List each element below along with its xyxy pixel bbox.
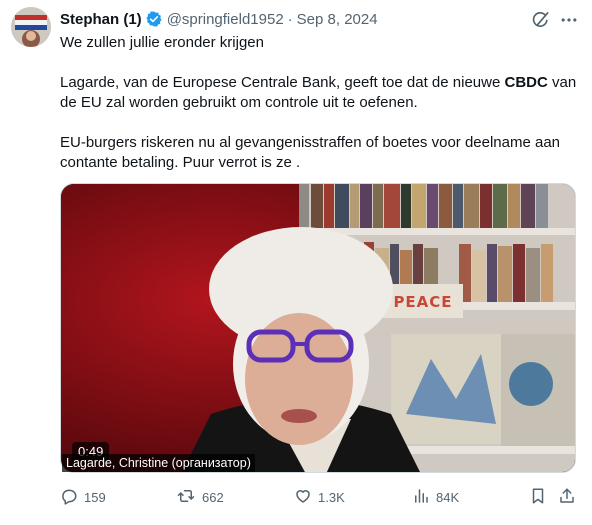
reply-icon [60, 487, 84, 508]
tweet-header: Stephan (1) @springfield1952 · Sep 8, 20… [60, 9, 378, 29]
user-handle[interactable]: @springfield1952 [167, 11, 284, 28]
avatar[interactable] [11, 7, 51, 47]
tweet-paragraph-2-start: Lagarde, van de Europese Centrale Bank, … [60, 74, 505, 91]
tweet-paragraph-2: Lagarde, van de Europese Centrale Bank, … [60, 73, 580, 113]
retweet-button[interactable]: 662 [176, 486, 224, 508]
video-player[interactable]: PEACE [60, 183, 576, 473]
views-icon [412, 487, 436, 508]
share-icon [558, 487, 582, 508]
tweet-date[interactable]: Sep 8, 2024 [297, 11, 378, 28]
like-count: 1.3K [318, 489, 345, 505]
more-icon[interactable] [559, 10, 579, 35]
bookmark-button[interactable] [529, 486, 553, 508]
tweet-paragraph-3: EU-burgers riskeren nu al gevangenisstra… [60, 134, 561, 171]
display-name[interactable]: Stephan (1) [60, 11, 142, 28]
separator-dot: · [287, 10, 293, 28]
video-caption: Lagarde, Christine (организатор) [62, 454, 255, 472]
retweet-count: 662 [202, 489, 224, 505]
video-frame [61, 184, 575, 472]
views-count: 84K [436, 489, 460, 505]
tweet-line-1: We zullen jullie eronder krijgen [60, 34, 264, 51]
retweet-icon [176, 487, 202, 508]
views-button[interactable]: 84K [412, 486, 459, 508]
reply-count: 159 [84, 489, 106, 505]
grok-icon[interactable] [531, 10, 551, 35]
action-bar: 159 662 1.3K 84K [60, 486, 580, 508]
tweet: Stephan (1) @springfield1952 · Sep 8, 20… [0, 0, 592, 525]
share-button[interactable] [558, 486, 582, 508]
like-button[interactable]: 1.3K [294, 486, 345, 508]
heart-icon [294, 487, 318, 508]
verified-badge-icon [145, 10, 163, 28]
tweet-bold-term: CBDC [504, 74, 548, 91]
reply-button[interactable]: 159 [60, 486, 106, 508]
bookmark-icon [529, 487, 553, 508]
peace-sign-text: PEACE [393, 293, 453, 311]
tweet-text: We zullen jullie eronder krijgen Lagarde… [60, 33, 580, 173]
